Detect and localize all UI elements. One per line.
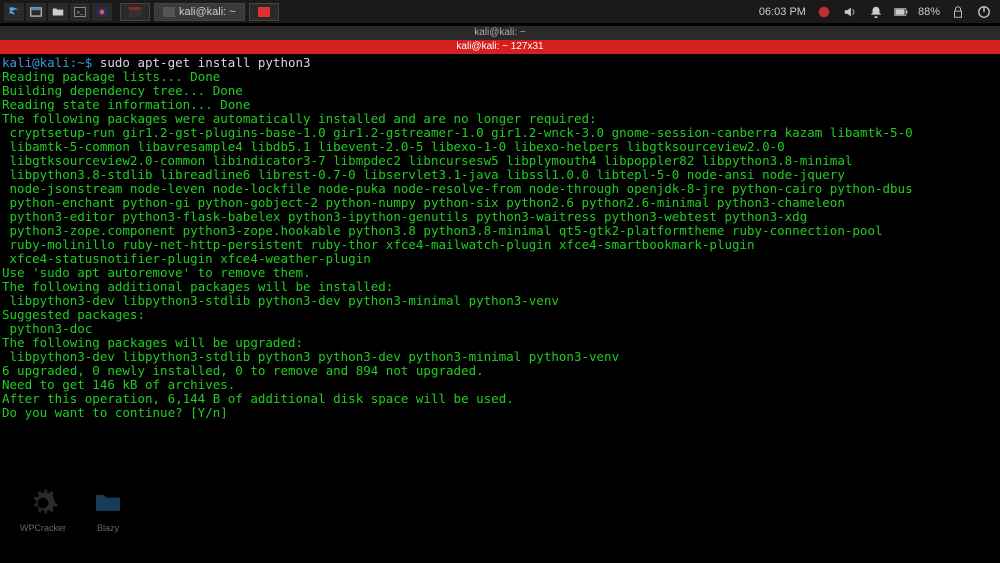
terminal-title-bar[interactable]: kali@kali: ~ xyxy=(0,26,1000,40)
desktop-item-blazy[interactable]: Blazy xyxy=(90,485,126,533)
folder-icon xyxy=(90,485,126,521)
task-label: kali@kali: ~ xyxy=(179,6,236,18)
output-line: python3-editor python3-flask-babelex pyt… xyxy=(2,210,998,224)
launcher-area: >_ kali@kali: ~ xyxy=(0,3,279,21)
output-line: Suggested packages: xyxy=(2,308,998,322)
notifications-icon[interactable] xyxy=(868,4,884,20)
task-button-3[interactable] xyxy=(249,3,279,21)
output-line: python3-zope.component python3-zope.hook… xyxy=(2,224,998,238)
desktop-item-label: WPCracker xyxy=(20,523,66,533)
output-line: libamtk-5-common libavresample4 libdb5.1… xyxy=(2,140,998,154)
output-line: cryptsetup-run gir1.2-gst-plugins-base-1… xyxy=(2,126,998,140)
output-line: Reading package lists... Done xyxy=(2,70,998,84)
desktop-icons: WPCracker Blazy xyxy=(20,485,126,533)
battery-percent: 88% xyxy=(918,6,940,18)
terminal-window: kali@kali: ~ kali@kali: ~ 127x31 kali@ka… xyxy=(0,26,1000,422)
task-thumb-icon xyxy=(163,7,175,17)
system-tray: 06:03 PM 88% xyxy=(759,4,1000,20)
output-line: Reading state information... Done xyxy=(2,98,998,112)
desktop-item-wpcracker[interactable]: WPCracker xyxy=(20,485,66,533)
lock-icon[interactable] xyxy=(950,4,966,20)
svg-text:>_: >_ xyxy=(77,9,84,15)
output-line: python-enchant python-gi python-gobject-… xyxy=(2,196,998,210)
output-line: libpython3.8-stdlib libreadline6 librest… xyxy=(2,168,998,182)
output-line: Use 'sudo apt autoremove' to remove them… xyxy=(2,266,998,280)
prompt-user: kali@kali xyxy=(2,55,70,70)
output-line: Do you want to continue? [Y/n] xyxy=(2,406,998,420)
output-line: After this operation, 6,144 B of additio… xyxy=(2,392,998,406)
desktop-item-label: Blazy xyxy=(97,523,119,533)
prompt-path: :~$ xyxy=(70,55,93,70)
output-line: python3-doc xyxy=(2,322,998,336)
terminal-tab[interactable]: kali@kali: ~ 127x31 xyxy=(0,40,1000,54)
kali-menu-button[interactable] xyxy=(4,3,24,21)
power-icon[interactable] xyxy=(976,4,992,20)
output-line: Need to get 146 kB of archives. xyxy=(2,378,998,392)
output-line: node-jsonstream node-leven node-lockfile… xyxy=(2,182,998,196)
volume-icon[interactable] xyxy=(842,4,858,20)
output-line: libpython3-dev libpython3-stdlib python3… xyxy=(2,350,998,364)
output-line: libpython3-dev libpython3-stdlib python3… xyxy=(2,294,998,308)
command-text: sudo apt-get install python3 xyxy=(92,55,310,70)
task-button-1[interactable] xyxy=(120,3,150,21)
clock[interactable]: 06:03 PM xyxy=(759,6,806,18)
show-desktop-button[interactable] xyxy=(26,3,46,21)
task-thumb-icon xyxy=(129,7,141,17)
gear-icon xyxy=(25,485,61,521)
app-launcher-button[interactable] xyxy=(92,3,112,21)
battery-icon[interactable] xyxy=(894,4,908,20)
terminal-launcher-button[interactable]: >_ xyxy=(70,3,90,21)
record-icon[interactable] xyxy=(816,4,832,20)
top-panel: >_ kali@kali: ~ 06:03 PM xyxy=(0,0,1000,24)
output-line: libgtksourceview2.0-common libindicator3… xyxy=(2,154,998,168)
output-line: 6 upgraded, 0 newly installed, 0 to remo… xyxy=(2,364,998,378)
file-manager-button[interactable] xyxy=(48,3,68,21)
output-line: ruby-molinillo ruby-net-http-persistent … xyxy=(2,238,998,252)
taskbar: kali@kali: ~ xyxy=(120,3,279,21)
task-thumb-icon xyxy=(258,7,270,17)
output-line: The following additional packages will b… xyxy=(2,280,998,294)
terminal-body[interactable]: kali@kali:~$ sudo apt-get install python… xyxy=(0,54,1000,422)
output-line: The following packages will be upgraded: xyxy=(2,336,998,350)
output-line: The following packages were automaticall… xyxy=(2,112,998,126)
output-line: Building dependency tree... Done xyxy=(2,84,998,98)
output-line: xfce4-statusnotifier-plugin xfce4-weathe… xyxy=(2,252,998,266)
task-button-terminal[interactable]: kali@kali: ~ xyxy=(154,3,245,21)
